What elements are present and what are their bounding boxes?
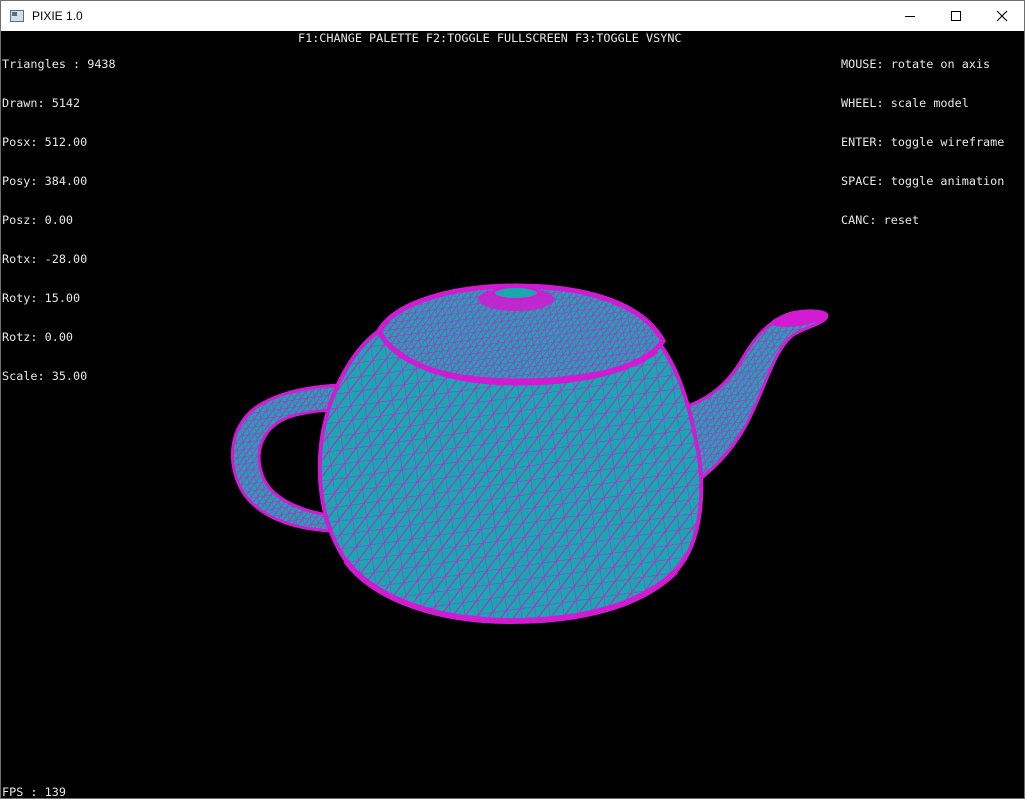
stats-panel: Triangles : 9438 Drawn: 5142 Posx: 512.0…: [2, 32, 116, 409]
fps-counter: FPS : 139: [2, 785, 66, 799]
stat-rotz: Rotz: 0.00: [2, 330, 74, 344]
stat-posz: Posz: 0.00: [2, 213, 74, 227]
window-app-icon: [10, 10, 24, 22]
help-mouse: MOUSE: rotate on axis: [841, 57, 991, 71]
controls-help-panel: MOUSE: rotate on axis WHEEL: scale model…: [841, 32, 1004, 253]
stat-roty: Roty: 15.00: [2, 291, 81, 305]
render-viewport[interactable]: Triangles : 9438 Drawn: 5142 Posx: 512.0…: [1, 31, 1024, 798]
minimize-button[interactable]: [887, 1, 933, 31]
close-icon: [996, 10, 1008, 22]
help-space: SPACE: toggle animation: [841, 174, 1005, 188]
stat-triangles: Triangles : 9438: [2, 57, 116, 71]
stat-posx: Posx: 512.00: [2, 135, 88, 149]
help-canc: CANC: reset: [841, 213, 920, 227]
help-wheel: WHEEL: scale model: [841, 96, 969, 110]
window-title: PIXIE 1.0: [32, 9, 83, 23]
stat-rotx: Rotx: -28.00: [2, 252, 88, 266]
app-window: PIXIE 1.0 Triangles: 9438 Drawn: 5142 P…: [0, 0, 1025, 799]
stat-posy: Posy: 384.00: [2, 174, 88, 188]
minimize-icon: [905, 16, 915, 17]
close-button[interactable]: [979, 1, 1025, 31]
maximize-icon: [951, 11, 961, 21]
title-bar[interactable]: PIXIE 1.0: [1, 1, 1024, 31]
teapot-lid: [376, 283, 666, 386]
stat-scale: Scale: 35.00: [2, 369, 88, 383]
help-enter: ENTER: toggle wireframe: [841, 135, 1005, 149]
function-key-hints: F1:CHANGE PALETTE F2:TOGGLE FULLSCREEN F…: [298, 31, 682, 45]
maximize-button[interactable]: [933, 1, 979, 31]
stat-drawn: Drawn: 5142: [2, 96, 81, 110]
